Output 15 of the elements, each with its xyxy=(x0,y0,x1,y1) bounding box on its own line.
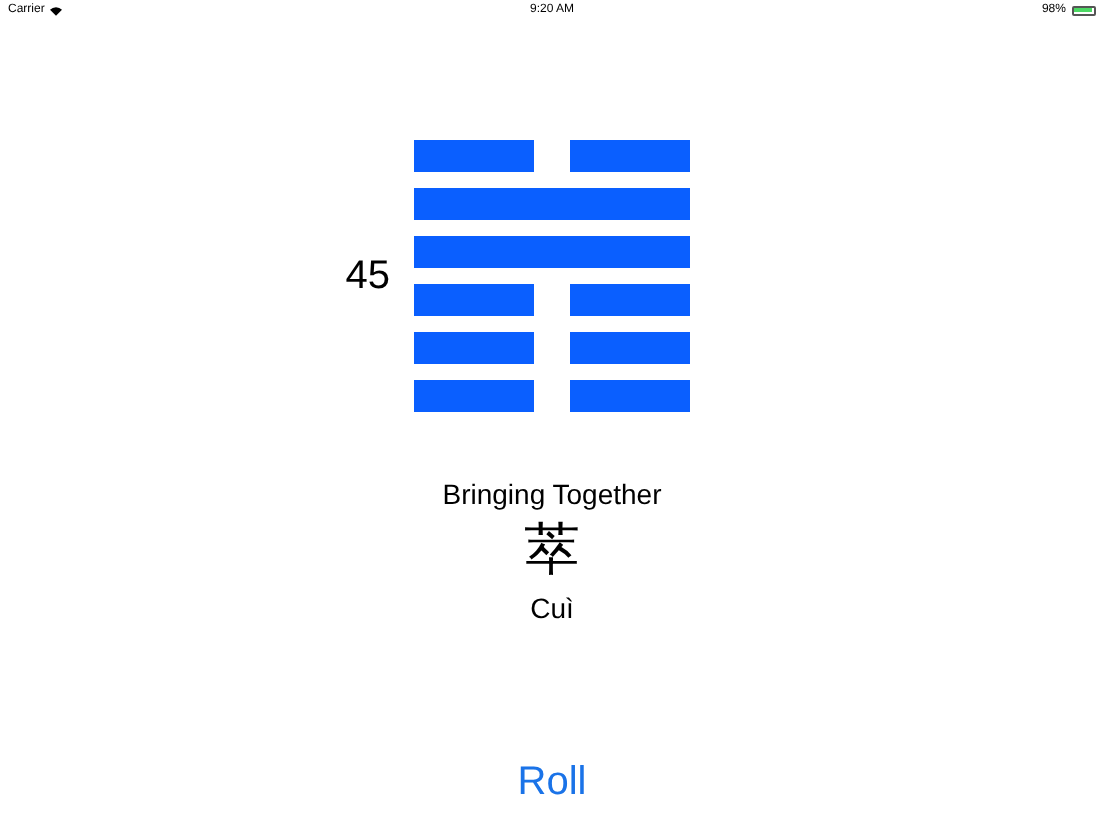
chinese-character: 萃 xyxy=(524,518,580,582)
broken-line-segment xyxy=(570,380,690,412)
broken-line-segment xyxy=(414,332,534,364)
wifi-icon xyxy=(50,5,63,15)
broken-line-segment xyxy=(570,140,690,172)
broken-line-segment xyxy=(414,284,534,316)
broken-line-segment xyxy=(414,140,534,172)
hexagram-number: 45 xyxy=(345,252,390,300)
broken-line-segment xyxy=(414,380,534,412)
broken-line-segment xyxy=(570,284,690,316)
hexagram-name: Bringing Together xyxy=(442,478,662,512)
roll-button[interactable]: Roll xyxy=(509,758,595,806)
battery-icon xyxy=(1071,5,1096,15)
broken-line-segment xyxy=(570,332,690,364)
pinyin-label: Cuì xyxy=(530,592,574,626)
